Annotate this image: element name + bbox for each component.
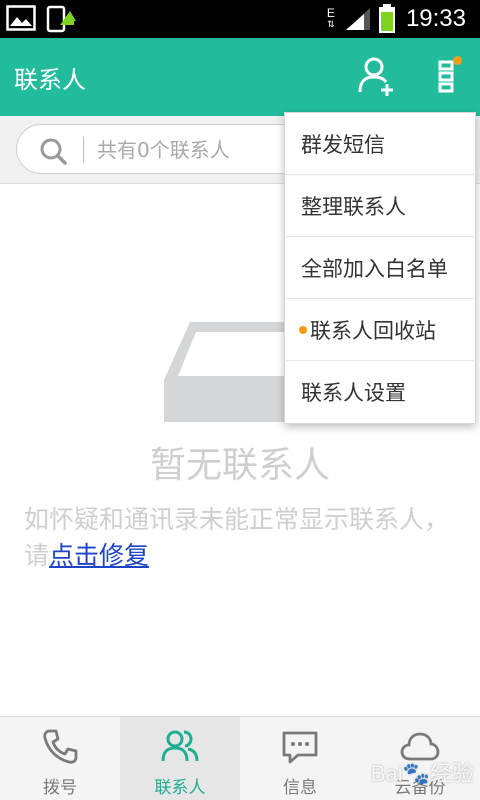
notification-dot [453,56,462,65]
notification-icons [6,5,76,33]
more-menu-icon [438,60,454,93]
phone-icon [43,729,78,764]
battery-icon [378,4,395,33]
update-notification-icon [46,5,76,33]
empty-state-description: 如怀疑和通讯录未能正常显示联系人，请点击修复 [24,502,464,574]
menu-item-label: 全部加入白名单 [301,256,448,281]
menu-item-contacts-recycle-bin[interactable]: 联系人回收站 [285,299,475,361]
contacts-icon [161,730,199,762]
more-menu-button[interactable] [428,52,472,100]
message-icon [282,731,318,764]
fix-contacts-link[interactable]: 点击修复 [49,541,149,570]
menu-item-organize-contacts[interactable]: 整理联系人 [285,175,475,237]
nav-messages[interactable]: 信息 [240,717,360,800]
network-type-indicator: E ⇅ [326,6,335,29]
clock: 19:33 [405,5,466,32]
menu-item-add-all-whitelist[interactable]: 全部加入白名单 [285,237,475,299]
menu-item-label: 联系人回收站 [310,318,436,343]
app-bar: 联系人 [0,38,480,116]
watermark-logo: Bai🐾经验 [370,761,474,786]
gallery-notification-icon [6,5,36,31]
nav-dial[interactable]: 拨号 [0,717,120,800]
empty-state-title: 暂无联系人 [149,445,330,486]
menu-item-group-sms[interactable]: 群发短信 [285,113,475,175]
new-indicator-dot [299,325,307,334]
overflow-menu: 群发短信 整理联系人 全部加入白名单 联系人回收站 联系人设置 [284,112,476,424]
nav-contacts[interactable]: 联系人 [120,717,240,800]
status-bar: E ⇅ 19:33 [0,0,480,38]
nav-label: 拨号 [43,778,77,798]
add-contact-icon[interactable] [356,54,400,98]
menu-item-contacts-settings[interactable]: 联系人设置 [285,361,475,423]
search-divider [83,137,84,163]
signal-icon [345,8,370,30]
page-title: 联系人 [14,66,86,94]
menu-item-label: 整理联系人 [301,194,406,219]
menu-item-label: 群发短信 [301,132,385,157]
nav-label: 联系人 [154,778,206,798]
nav-label: 信息 [283,778,317,798]
menu-item-label: 联系人设置 [301,381,406,405]
search-icon [40,138,67,165]
